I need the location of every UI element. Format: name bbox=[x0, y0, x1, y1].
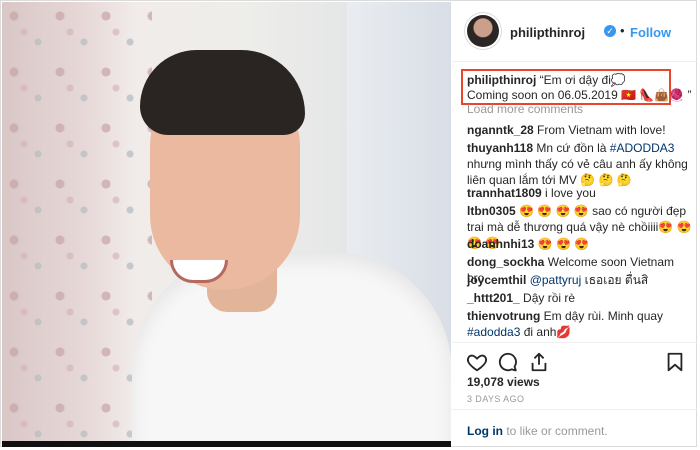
post-video[interactable] bbox=[2, 2, 451, 447]
comment-text: Mn cứ đồn là bbox=[536, 141, 607, 155]
comment-username[interactable]: thuyanh118 bbox=[467, 141, 533, 155]
header-separator: • bbox=[620, 23, 625, 38]
comment-username[interactable]: trannhat1809 bbox=[467, 186, 542, 200]
list-item: doanhnhi13 😍 😍 😍 bbox=[467, 236, 692, 252]
comment-text: Dậy rồi rè bbox=[523, 291, 576, 305]
comment-text: i love you bbox=[545, 186, 596, 200]
hashtag-link[interactable]: #adodda3 bbox=[467, 325, 520, 339]
comment-text: Em dậy rùi. Minh quay bbox=[543, 309, 664, 323]
views-count: 19,078 views bbox=[467, 375, 540, 389]
login-bar: Log in to like or comment. bbox=[452, 409, 697, 447]
comment-text: เธอเอย ตื่นสิ bbox=[584, 273, 649, 287]
comment-username[interactable]: nganntk_28 bbox=[467, 123, 534, 137]
login-prompt-text: to like or comment. bbox=[503, 424, 608, 438]
post-side-panel: philipthinroj ✓ • Follow philipthinroj “… bbox=[452, 2, 697, 447]
follow-button[interactable]: Follow bbox=[630, 25, 671, 40]
list-item: nganntk_28 From Vietnam with love! bbox=[467, 122, 692, 138]
comment-username[interactable]: joycemthil bbox=[467, 273, 526, 287]
hashtag-link[interactable]: #ADODDA3 bbox=[610, 141, 675, 155]
heart-icon[interactable] bbox=[466, 351, 488, 373]
comment-text: From Vietnam with love! bbox=[537, 123, 666, 137]
bookmark-icon[interactable] bbox=[664, 351, 686, 373]
caption-line-2: Coming soon on 06.05.2019 🇻🇳 👠👜🧶 ” bbox=[467, 88, 692, 102]
comment-icon[interactable] bbox=[497, 351, 519, 373]
comment-username[interactable]: thienvotrung bbox=[467, 309, 540, 323]
person-shirt bbox=[132, 252, 451, 447]
caption-text-1: “Em ơi dậy đi💭 bbox=[539, 73, 626, 87]
list-item: joycemthil @pattyruj เธอเอย ตื่นสิ bbox=[467, 272, 692, 288]
video-bottom-bar bbox=[2, 441, 451, 447]
caption-username[interactable]: philipthinroj bbox=[467, 73, 536, 87]
list-item: _httt201_ Dậy rồi rè bbox=[467, 290, 692, 306]
wallpaper-pattern bbox=[2, 2, 152, 447]
list-item: thuyanh118 Mn cứ đồn là #ADODDA3 nhưng m… bbox=[467, 140, 692, 188]
list-item: thienvotrung Em dậy rùi. Minh quay #adod… bbox=[467, 308, 692, 340]
comment-text: 😍 😍 😍 bbox=[537, 237, 590, 251]
comment-username[interactable]: _httt201_ bbox=[467, 291, 520, 305]
header-username[interactable]: philipthinroj bbox=[510, 25, 585, 40]
log-in-link[interactable]: Log in bbox=[467, 424, 503, 438]
comment-username[interactable]: doanhnhi13 bbox=[467, 237, 534, 251]
post-date: 3 DAYS AGO bbox=[467, 394, 525, 404]
comment-username[interactable]: ltbn0305 bbox=[467, 204, 516, 218]
post-header: philipthinroj ✓ • Follow bbox=[452, 2, 697, 62]
share-icon[interactable] bbox=[528, 351, 550, 373]
verified-badge-icon: ✓ bbox=[604, 25, 616, 37]
login-prompt: Log in to like or comment. bbox=[467, 424, 608, 438]
post-frame: philipthinroj ✓ • Follow philipthinroj “… bbox=[0, 0, 697, 447]
person-hair bbox=[140, 50, 305, 135]
load-more-comments-button[interactable]: Load more comments bbox=[467, 102, 583, 116]
caption-line-1: philipthinroj “Em ơi dậy đi💭 bbox=[467, 73, 626, 87]
comments-list[interactable]: philipthinroj “Em ơi dậy đi💭 Coming soon… bbox=[452, 65, 697, 340]
avatar[interactable] bbox=[467, 15, 499, 47]
comment-text: nhưng mình thấy có vẻ câu anh ấy không l… bbox=[467, 157, 688, 187]
list-item: trannhat1809 i love you bbox=[467, 185, 692, 201]
mention-link[interactable]: @pattyruj bbox=[530, 273, 582, 287]
comment-text: đi anh💋 bbox=[523, 325, 572, 339]
comment-username[interactable]: dong_sockha bbox=[467, 255, 544, 269]
